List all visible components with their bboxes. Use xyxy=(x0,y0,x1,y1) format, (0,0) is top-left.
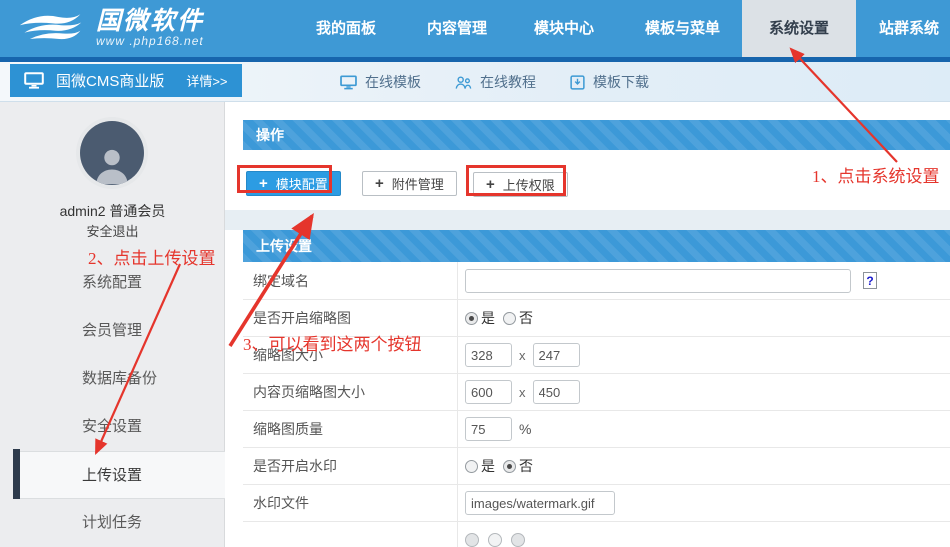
size-separator: x xyxy=(519,348,526,363)
thumb-height-input[interactable] xyxy=(533,343,580,367)
radio-no-label: 否 xyxy=(519,456,533,476)
username-text: admin2 普通会员 xyxy=(0,201,225,221)
domain-input[interactable] xyxy=(465,269,851,293)
row-label: 内容页缩略图大小 xyxy=(243,374,458,410)
nav-system-settings[interactable]: 系统设置 xyxy=(742,0,856,57)
attachment-manage-label: 附件管理 xyxy=(392,174,444,193)
form-row-domain: 绑定域名 xyxy=(243,262,950,299)
row-label: 绑定域名 xyxy=(243,262,458,299)
thumb-quality-input[interactable] xyxy=(465,417,512,441)
form-row-watermark-file: 水印文件 xyxy=(243,484,950,521)
plus-icon xyxy=(259,175,268,192)
attachment-manage-button[interactable]: 附件管理 xyxy=(362,171,457,196)
monitor-icon xyxy=(24,72,44,89)
logo-wave-icon xyxy=(18,11,84,45)
sidebar: admin2 普通会员 安全退出 系统配置 会员管理 数据库备份 安全设置 上传… xyxy=(0,102,225,547)
upload-permission-button[interactable]: 上传权限 xyxy=(473,172,568,197)
upload-permission-label: 上传权限 xyxy=(503,175,555,194)
nav-site-group[interactable]: 站群系统 xyxy=(874,0,944,57)
sidebar-item-security[interactable]: 安全设置 xyxy=(0,403,225,451)
size-separator: x xyxy=(519,385,526,400)
logo-subtitle: www .php168.net xyxy=(96,34,204,48)
help-icon[interactable] xyxy=(863,272,877,289)
top-navbar: 国微软件 www .php168.net 我的面板 内容管理 模块中心 模板与菜… xyxy=(0,0,950,57)
row-label: 水印文件 xyxy=(243,485,458,521)
template-download-label: 模板下载 xyxy=(593,72,649,92)
secondary-toolbar: 国微CMS商业版 详情>> 在线模板 在线教程 xyxy=(0,62,950,102)
radio-yes-label: 是 xyxy=(481,456,495,476)
row-label: 缩略图质量 xyxy=(243,411,458,447)
logo-title: 国微软件 xyxy=(96,8,204,34)
sidebar-menu: 系统配置 会员管理 数据库备份 安全设置 上传设置 计划任务 xyxy=(0,259,225,547)
form-row-content-thumb-size: 内容页缩略图大小 x xyxy=(243,373,950,410)
row-label: 是否开启水印 xyxy=(243,448,458,484)
ops-panel-header: 操作 xyxy=(243,120,950,150)
content-thumb-height-input[interactable] xyxy=(533,380,580,404)
sidebar-item-cron-tasks[interactable]: 计划任务 xyxy=(0,499,225,547)
sidebar-item-db-backup[interactable]: 数据库备份 xyxy=(0,355,225,403)
online-tutorial-link[interactable]: 在线教程 xyxy=(455,72,536,92)
form-row-watermark-enable: 是否开启水印 是 否 xyxy=(243,447,950,484)
user-avatar-icon xyxy=(90,143,134,185)
row-label xyxy=(243,522,458,547)
annotation-step1: 1、点击系统设置 xyxy=(812,162,940,187)
thumb-width-input[interactable] xyxy=(465,343,512,367)
nav-content-manage[interactable]: 内容管理 xyxy=(422,0,492,57)
download-box-icon xyxy=(570,75,585,90)
content-thumb-width-input[interactable] xyxy=(465,380,512,404)
panel-gap-band xyxy=(225,210,950,230)
radio-no[interactable] xyxy=(503,460,516,473)
annotation-step2: 2、点击上传设置 xyxy=(88,244,216,269)
radio-option-1[interactable] xyxy=(465,533,479,547)
plus-icon xyxy=(486,176,495,193)
radio-yes[interactable] xyxy=(465,460,478,473)
user-avatar[interactable] xyxy=(80,121,144,185)
radio-no-label: 否 xyxy=(519,308,533,328)
plus-icon xyxy=(375,175,384,192)
product-chip[interactable]: 国微CMS商业版 详情>> xyxy=(10,64,242,97)
radio-yes[interactable] xyxy=(465,312,478,325)
sidebar-item-member-manage[interactable]: 会员管理 xyxy=(0,307,225,355)
online-template-label: 在线模板 xyxy=(365,72,421,92)
annotation-step3: 3、可以看到这两个按钮 xyxy=(243,330,422,355)
template-download-link[interactable]: 模板下载 xyxy=(570,72,649,92)
nav-template-menu[interactable]: 模板与菜单 xyxy=(639,0,726,57)
logo: 国微软件 www .php168.net xyxy=(18,8,204,48)
nav-my-panel[interactable]: 我的面板 xyxy=(311,0,381,57)
upload-settings-form: 绑定域名 是否开启缩略图 是 否 缩略图大小 x 内容页缩略图大 xyxy=(243,262,950,547)
form-row-cutoff xyxy=(243,521,950,547)
tutorial-people-icon xyxy=(455,75,472,90)
nav-module-center[interactable]: 模块中心 xyxy=(529,0,599,57)
radio-option-3[interactable] xyxy=(511,533,525,547)
radio-yes-label: 是 xyxy=(481,308,495,328)
module-config-label: 模块配置 xyxy=(276,174,328,193)
sidebar-item-upload-settings[interactable]: 上传设置 xyxy=(20,451,225,499)
radio-no[interactable] xyxy=(503,312,516,325)
admin-page: 国微软件 www .php168.net 我的面板 内容管理 模块中心 模板与菜… xyxy=(0,0,950,547)
module-config-button[interactable]: 模块配置 xyxy=(246,171,341,196)
upload-panel-header: 上传设置 xyxy=(243,230,950,262)
online-tutorial-label: 在线教程 xyxy=(480,72,536,92)
form-row-thumb-quality: 缩略图质量 % xyxy=(243,410,950,447)
radio-option-2[interactable] xyxy=(488,533,502,547)
subbar-links: 在线模板 在线教程 模板下载 xyxy=(340,62,649,102)
logout-link[interactable]: 安全退出 xyxy=(0,221,225,240)
online-template-link[interactable]: 在线模板 xyxy=(340,72,421,92)
percent-suffix: % xyxy=(519,421,531,437)
detail-link[interactable]: 详情>> xyxy=(186,71,227,90)
monitor-icon xyxy=(340,75,357,90)
product-name: 国微CMS商业版 xyxy=(56,70,164,91)
watermark-file-input[interactable] xyxy=(465,491,615,515)
active-item-marker xyxy=(13,449,20,499)
